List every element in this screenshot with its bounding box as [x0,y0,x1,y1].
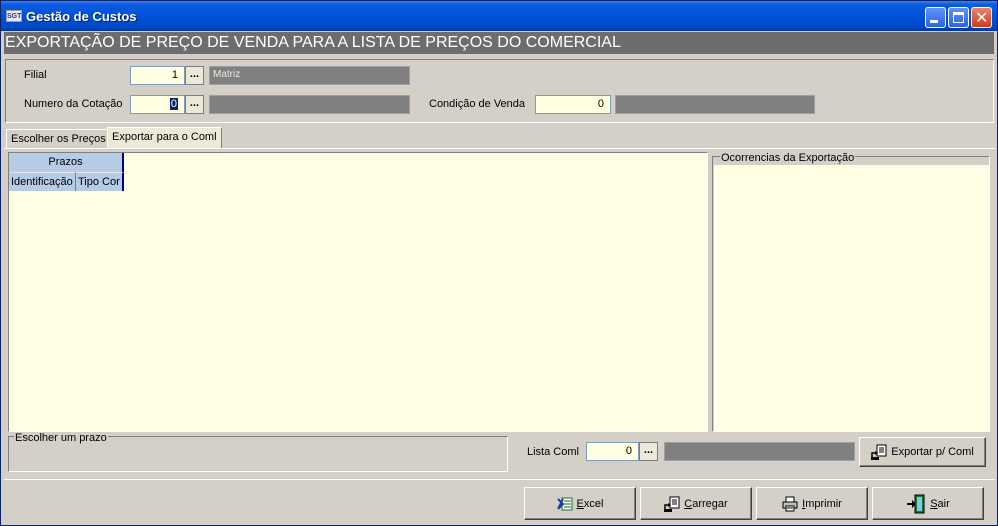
excel-icon [556,496,573,512]
export-icon [871,444,887,460]
tab-escolher-precos[interactable]: Escolher os Preços [6,129,111,149]
condicao-description [615,95,815,114]
term-legend: Escolher um prazo [14,432,108,444]
close-icon: ✕ [975,8,989,27]
cotacao-label: Numero da Cotação [24,98,123,110]
load-icon [664,496,680,512]
close-button[interactable]: ✕ [971,7,992,28]
filial-description: Matriz [209,66,410,85]
title-bar[interactable]: SGT Gestão de Custos ✕ [1,1,997,31]
grid-group-header: Prazos [9,153,124,172]
export-coml-button[interactable]: Exportar p/ Coml [859,437,986,467]
lista-coml-label: Lista Coml [527,446,579,458]
window-title: Gestão de Custos [26,9,137,24]
lista-coml-lookup-button[interactable]: ... [639,442,658,461]
lista-coml-description [664,442,855,461]
imprimir-label: Imprimir [802,497,842,510]
page-title: EXPORTAÇÃO DE PREÇO DE VENDA PARA A LIST… [4,32,994,54]
carregar-button[interactable]: Carregar [640,487,752,520]
minimize-icon [930,20,938,23]
maximize-button[interactable] [948,7,969,28]
column-header-tipo-cor[interactable]: Tipo Cor [76,172,124,191]
tab-exportar-coml[interactable]: Exportar para o Coml [107,127,222,149]
sair-button[interactable]: Sair [872,487,984,520]
occurrences-group [712,156,990,432]
occurrences-list[interactable] [714,165,989,431]
app-logo-icon: SGT [6,10,22,22]
filial-field[interactable]: 1 [130,66,185,85]
excel-button[interactable]: Excel [524,487,636,520]
excel-label: Excel [576,497,604,510]
occurrences-legend: Ocorrencias da Exportação [720,152,856,164]
maximize-icon [953,12,964,23]
condicao-label: Condição de Venda [429,98,526,110]
cotacao-description [209,95,410,114]
cotacao-field[interactable]: 0 [130,95,185,114]
grid-header-row: Identificação Tipo Cor [9,172,124,191]
carregar-label: Carregar [684,497,728,510]
cotacao-lookup-button[interactable]: ... [185,95,204,114]
bottom-divider [4,479,995,480]
minimize-button[interactable] [925,7,946,28]
filial-label: Filial [24,69,47,81]
export-coml-label: Exportar p/ Coml [891,446,974,458]
exit-door-icon [906,494,926,514]
sair-label: Sair [930,497,950,510]
main-window: SGT Gestão de Custos ✕ EXPORTAÇÃO DE PRE… [0,0,998,526]
condicao-field[interactable]: 0 [535,95,611,114]
lista-coml-field[interactable]: 0 [586,442,639,461]
prazos-grid[interactable]: Prazos Identificação Tipo Cor [8,152,708,432]
printer-icon [782,496,798,512]
filial-lookup-button[interactable]: ... [185,66,204,85]
cotacao-value: 0 [169,98,178,110]
imprimir-button[interactable]: Imprimir [756,487,868,520]
column-header-identificacao[interactable]: Identificação [9,172,76,191]
